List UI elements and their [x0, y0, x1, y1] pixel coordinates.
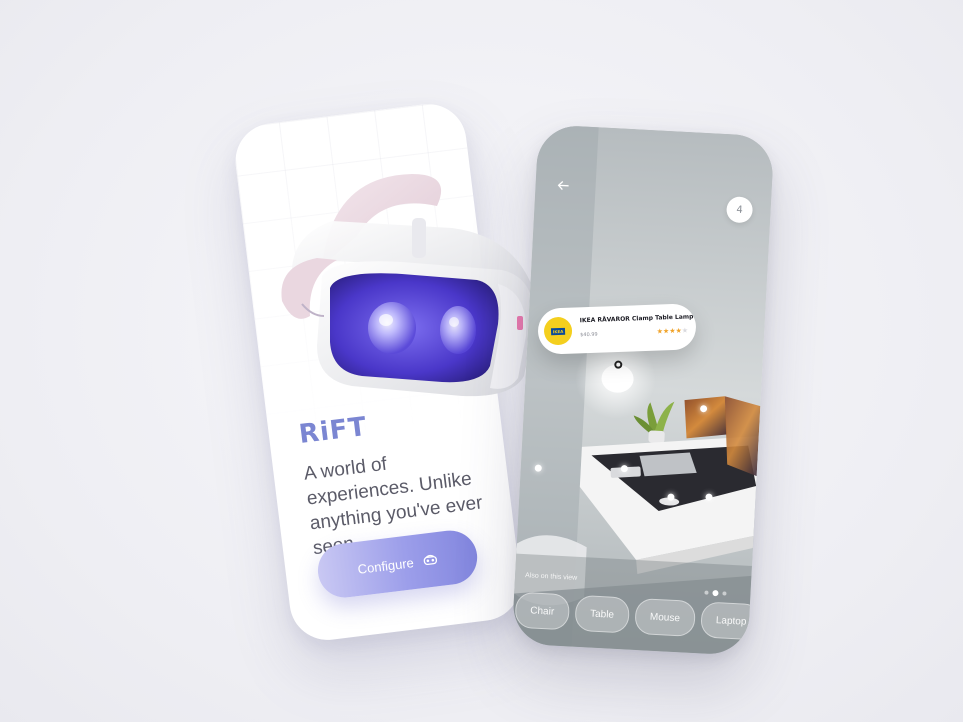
phone-left: RiFT A world of experiences. Unlike anyt… [231, 99, 525, 645]
phone-right: 4 Also on this view Chair Table Mouse La… [511, 124, 775, 656]
pager-dot-active[interactable] [712, 589, 719, 597]
back-arrow-icon[interactable] [557, 175, 570, 195]
chip-mouse[interactable]: Mouse [634, 597, 696, 638]
product-card[interactable]: IKEA IKEA RÅVAROR Clamp Table Lamp $40.9… [537, 303, 697, 355]
vr-headset-icon [423, 553, 438, 567]
product-title: IKEA RÅVAROR Clamp Table Lamp [579, 313, 694, 325]
chip-chair[interactable]: Chair [514, 591, 571, 631]
configure-button-label: Configure [356, 554, 415, 577]
chip-laptop[interactable]: Laptop [699, 601, 763, 641]
ikea-logo: IKEA [543, 316, 573, 346]
star-empty-icon: ★ [681, 326, 689, 335]
pager-dot[interactable] [704, 590, 709, 595]
pager-dot[interactable] [722, 591, 727, 596]
rating-stars: ★★★★★ [657, 327, 689, 336]
pager-dots [704, 589, 727, 597]
product-info: IKEA RÅVAROR Clamp Table Lamp $40.99 ★★★… [579, 311, 694, 345]
showcase-stage: RiFT A world of experiences. Unlike anyt… [0, 0, 963, 722]
ikea-logo-text: IKEA [550, 327, 566, 335]
product-price: $40.99 [580, 331, 598, 339]
chip-table[interactable]: Table [574, 594, 630, 634]
